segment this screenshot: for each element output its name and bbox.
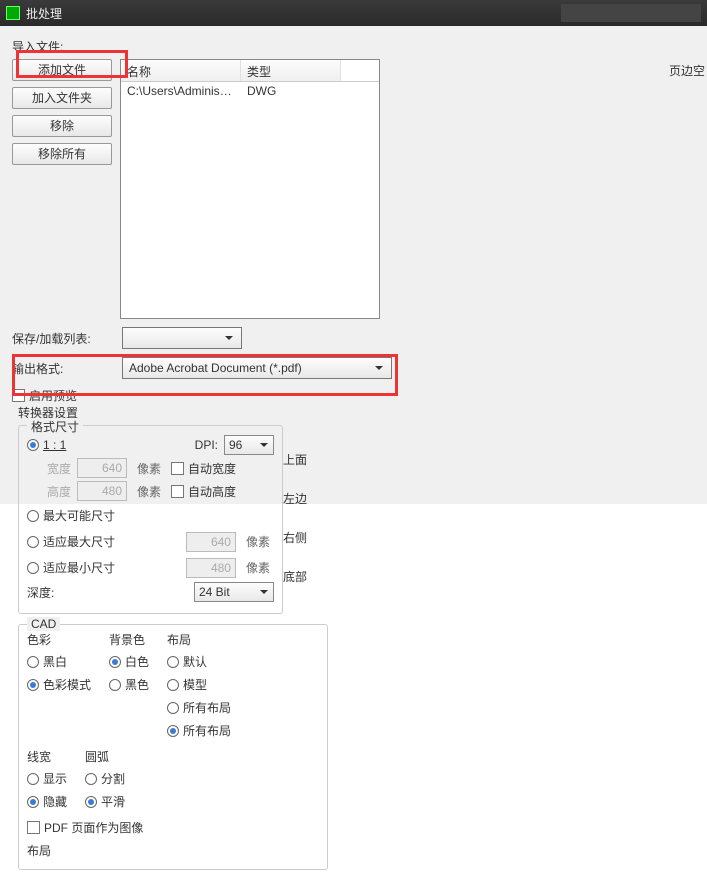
- width-input[interactable]: 640: [77, 458, 127, 478]
- layout-all1-radio[interactable]: 所有布局: [167, 699, 231, 716]
- height-label: 高度: [47, 483, 71, 500]
- arc-split-radio[interactable]: 分割: [85, 770, 125, 787]
- format-size-group: 格式尺寸 1 : 1 DPI: 96 宽度 640 像素 自动宽度 高度: [18, 425, 283, 614]
- dpi-select[interactable]: 96: [224, 435, 274, 455]
- cad-title: CAD: [27, 617, 60, 631]
- bg-head: 背景色: [109, 631, 149, 648]
- margin-top-label: 上面: [283, 451, 328, 468]
- remove-button[interactable]: 移除: [12, 115, 112, 137]
- app-icon: [6, 6, 20, 20]
- layout-foot: 布局: [27, 842, 319, 859]
- lw-hide-radio[interactable]: 隐藏: [27, 793, 67, 810]
- depth-label: 深度:: [27, 584, 54, 601]
- table-row[interactable]: C:\Users\Administr... DWG: [121, 82, 379, 100]
- margin-left-label: 左边: [283, 490, 328, 507]
- auto-height-checkbox[interactable]: 自动高度: [171, 483, 236, 500]
- cad-group: CAD 色彩 黑白 色彩模式 背景色 白色 黑色 布局 默认 模型 所有布局: [18, 624, 328, 870]
- enable-preview-checkbox[interactable]: 启用预览: [12, 387, 77, 404]
- layout-all2-radio[interactable]: 所有布局: [167, 722, 231, 739]
- list-select[interactable]: [122, 327, 242, 349]
- lw-show-radio[interactable]: 显示: [27, 770, 67, 787]
- arc-smooth-radio[interactable]: 平滑: [85, 793, 125, 810]
- fit-max-input[interactable]: 640: [186, 532, 236, 552]
- fit-min-radio[interactable]: 适应最小尺寸: [27, 559, 115, 576]
- import-label: 导入文件:: [12, 38, 392, 55]
- bg-white-radio[interactable]: 白色: [109, 653, 149, 670]
- add-file-button[interactable]: 添加文件: [12, 59, 112, 81]
- remove-all-button[interactable]: 移除所有: [12, 143, 112, 165]
- max-possible-radio[interactable]: 最大可能尺寸: [27, 507, 115, 524]
- output-format-value: Adobe Acrobat Document (*.pdf): [129, 361, 302, 375]
- layout-head: 布局: [167, 631, 231, 648]
- list-save-label: 保存/加载列表:: [12, 330, 122, 347]
- enable-preview-label: 启用预览: [29, 387, 77, 404]
- title-right-deco: [561, 4, 701, 22]
- format-size-title: 格式尺寸: [27, 418, 83, 435]
- col-header-name[interactable]: 名称: [121, 60, 241, 81]
- cell-name: C:\Users\Administr...: [121, 82, 241, 100]
- margins-group: 页边空 上面 左边 右侧 底部: [283, 425, 328, 624]
- layout-model-radio[interactable]: 模型: [167, 676, 231, 693]
- checkbox-icon: [12, 389, 25, 402]
- auto-width-checkbox[interactable]: 自动宽度: [171, 460, 236, 477]
- color-bw-radio[interactable]: 黑白: [27, 653, 91, 670]
- window-title: 批处理: [26, 5, 62, 22]
- margin-bottom-label: 底部: [283, 568, 328, 585]
- fit-min-input[interactable]: 480: [186, 558, 236, 578]
- margin-right-label: 右侧: [283, 529, 328, 546]
- fit-max-radio[interactable]: 适应最大尺寸: [27, 533, 115, 550]
- file-list[interactable]: 名称 类型 C:\Users\Administr... DWG: [120, 59, 380, 319]
- output-format-select[interactable]: Adobe Acrobat Document (*.pdf): [122, 357, 392, 379]
- pdf-as-image-checkbox[interactable]: PDF 页面作为图像: [27, 819, 143, 836]
- width-label: 宽度: [47, 460, 71, 477]
- color-head: 色彩: [27, 631, 91, 648]
- ratio-11-radio[interactable]: 1 : 1: [27, 438, 66, 452]
- layout-default-radio[interactable]: 默认: [167, 653, 231, 670]
- height-input[interactable]: 480: [77, 481, 127, 501]
- cell-type: DWG: [241, 82, 341, 100]
- dpi-label: DPI:: [195, 438, 218, 452]
- titlebar: 批处理: [0, 0, 707, 26]
- depth-select[interactable]: 24 Bit: [194, 582, 274, 602]
- add-folder-button[interactable]: 加入文件夹: [12, 87, 112, 109]
- bg-black-radio[interactable]: 黑色: [109, 676, 149, 693]
- output-format-label: 输出格式:: [12, 360, 122, 377]
- color-mode-radio[interactable]: 色彩模式: [27, 676, 91, 693]
- lw-head: 线宽: [27, 748, 67, 765]
- col-header-type[interactable]: 类型: [241, 60, 341, 81]
- arc-head: 圆弧: [85, 748, 125, 765]
